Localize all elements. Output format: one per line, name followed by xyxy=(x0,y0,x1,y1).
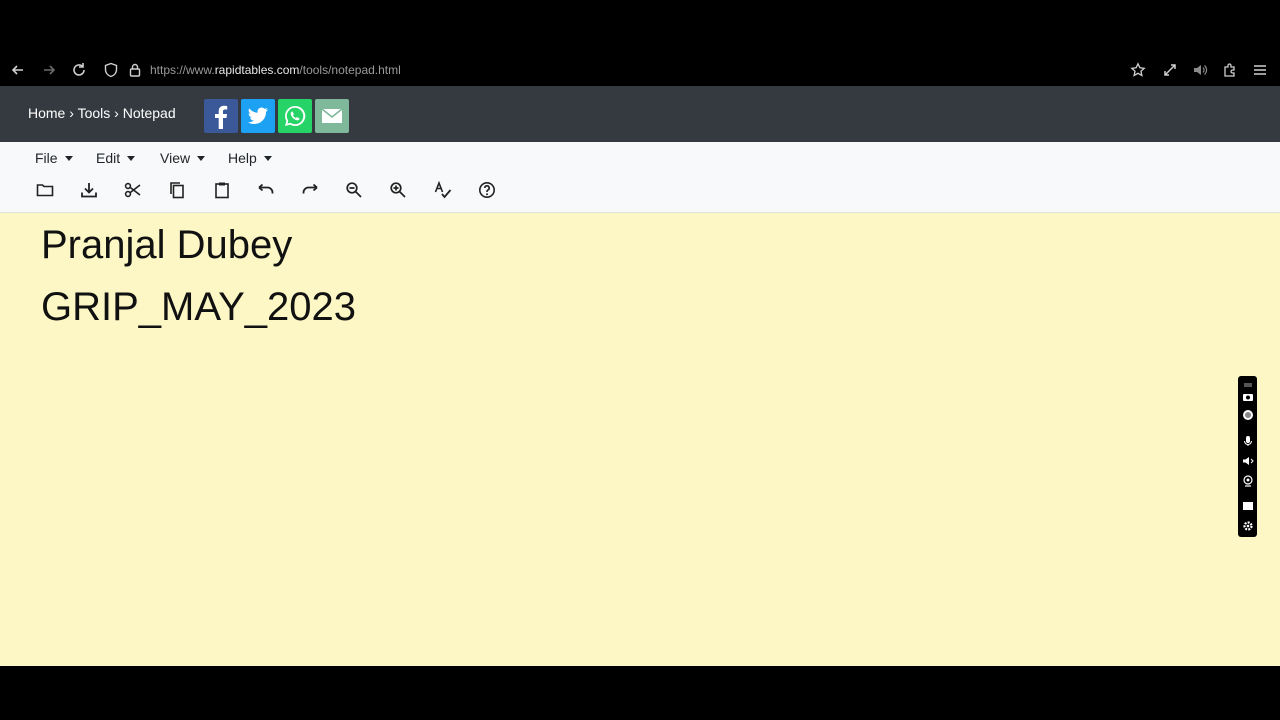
email-icon xyxy=(321,108,343,123)
caret-down-icon xyxy=(127,155,136,161)
breadcrumb-notepad[interactable]: Notepad xyxy=(123,105,176,121)
copy-icon[interactable] xyxy=(166,179,188,201)
menu-edit[interactable]: Edit xyxy=(96,150,136,166)
shield-icon[interactable] xyxy=(101,60,121,80)
open-folder-icon[interactable] xyxy=(34,179,56,201)
breadcrumb-separator: › xyxy=(114,105,119,121)
menu-file[interactable]: File xyxy=(35,150,73,166)
zoom-in-icon[interactable] xyxy=(387,179,409,201)
spellcheck-icon[interactable] xyxy=(432,179,454,201)
fullscreen-icon[interactable] xyxy=(1160,60,1180,80)
record-icon[interactable] xyxy=(1240,407,1255,422)
undo-icon[interactable] xyxy=(255,179,277,201)
whatsapp-icon xyxy=(285,105,306,126)
address-bar[interactable]: https://www.rapidtables.com/tools/notepa… xyxy=(150,63,401,77)
camera-icon[interactable] xyxy=(1240,389,1255,404)
email-share-button[interactable] xyxy=(315,99,349,133)
speaker-icon[interactable] xyxy=(1190,60,1210,80)
download-icon[interactable] xyxy=(78,179,100,201)
breadcrumb: Home › Tools › Notepad xyxy=(28,105,176,121)
reload-icon[interactable] xyxy=(69,60,89,80)
caret-down-icon xyxy=(197,155,206,161)
menu-file-label: File xyxy=(35,150,58,166)
star-icon[interactable] xyxy=(1128,60,1148,80)
menu-help[interactable]: Help xyxy=(228,150,272,166)
cut-icon[interactable] xyxy=(122,179,144,201)
caret-down-icon xyxy=(64,155,73,161)
breadcrumb-tools[interactable]: Tools xyxy=(78,105,111,121)
system-audio-icon[interactable] xyxy=(1240,453,1255,468)
url-prefix: https://www. xyxy=(150,63,215,77)
facebook-share-button[interactable] xyxy=(204,99,238,133)
settings-gear-icon[interactable] xyxy=(1240,518,1255,533)
menu-help-label: Help xyxy=(228,150,257,166)
breadcrumb-home[interactable]: Home xyxy=(28,105,65,121)
help-icon[interactable] xyxy=(476,179,498,201)
url-path: /tools/notepad.html xyxy=(299,63,401,77)
menu-edit-label: Edit xyxy=(96,150,121,166)
extensions-icon[interactable] xyxy=(1220,60,1240,80)
microphone-icon[interactable] xyxy=(1240,433,1255,448)
notepad-text-area[interactable]: Pranjal Dubey GRIP_MAY_2023 xyxy=(0,213,1280,666)
screen-select-icon[interactable] xyxy=(1240,498,1255,513)
webcam-icon[interactable] xyxy=(1240,473,1255,488)
breadcrumb-separator: › xyxy=(69,105,74,121)
twitter-icon xyxy=(248,107,268,125)
menu-view-label: View xyxy=(160,150,191,166)
notepad-toolbar: File Edit View Help xyxy=(0,142,1280,213)
twitter-share-button[interactable] xyxy=(241,99,275,133)
menu-view[interactable]: View xyxy=(160,150,206,166)
forward-arrow-icon[interactable] xyxy=(39,60,59,80)
editor-line: GRIP_MAY_2023 xyxy=(41,285,356,329)
paste-icon[interactable] xyxy=(211,179,233,201)
lock-icon[interactable] xyxy=(125,60,145,80)
whatsapp-share-button[interactable] xyxy=(278,99,312,133)
back-arrow-icon[interactable] xyxy=(8,60,28,80)
editor-line: Pranjal Dubey xyxy=(41,223,293,267)
facebook-icon xyxy=(215,105,228,129)
caret-down-icon xyxy=(263,155,272,161)
screen-recorder-toolbar xyxy=(1238,376,1257,537)
menu-icon[interactable] xyxy=(1250,60,1270,80)
zoom-out-icon[interactable] xyxy=(343,179,365,201)
site-header: Home › Tools › Notepad xyxy=(0,86,1280,142)
redo-icon[interactable] xyxy=(299,179,321,201)
url-host: rapidtables.com xyxy=(214,63,300,77)
browser-toolbar: https://www.rapidtables.com/tools/notepa… xyxy=(0,54,1280,86)
